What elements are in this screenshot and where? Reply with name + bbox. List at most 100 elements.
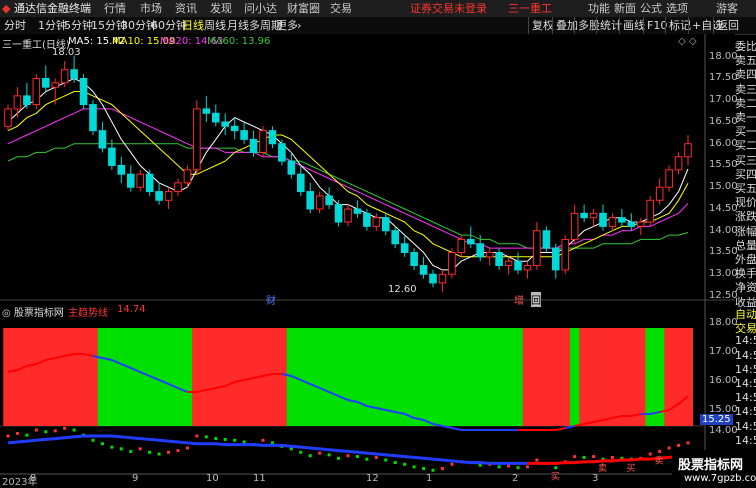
y-tick-label: 14.00 [709,224,738,236]
candle-body [117,164,126,175]
menu-xuanxiang[interactable]: 选项 [666,0,688,17]
x-month-label: 3 [592,473,599,484]
tab-weekly[interactable]: 周线 [204,17,226,34]
lower-signal-dot [440,467,444,471]
lower-signal-dot [214,437,218,441]
candle-body [476,243,485,258]
lower-signal-dot [195,434,199,438]
trend-bar [126,328,136,426]
menu-shichang[interactable]: 市场 [140,0,162,17]
menu-gongneng[interactable]: 功能 [588,0,610,17]
trend-bar [296,328,306,426]
lower-signal-dot [337,456,341,460]
draw-line-button[interactable]: 画线 [619,17,645,34]
lower-signal-dot [6,434,10,438]
fuquan-button[interactable]: 复权 [528,17,554,34]
login-notice[interactable]: 证券交易未登录 [410,0,487,17]
trend-bar [626,328,637,426]
lower-signal-dot [185,446,189,450]
trend-bar [513,328,524,426]
lower-signal-dot [573,455,577,459]
lower-signal-dot [44,430,48,434]
lower-signal-dot [299,450,303,454]
lower-signal-dot [403,462,407,466]
event-marker-hui[interactable]: 回 [531,292,541,307]
back-button[interactable]: 返回 [713,17,739,34]
tab-fenshi[interactable]: 分时 [4,17,26,34]
ma60-label: MA60: 13.96 [207,36,271,47]
chart-area[interactable]: 买卖 买卖 [0,34,735,487]
candle-body [665,169,673,188]
trend-bar [683,328,694,426]
side-trade-label: 14:5 [735,362,756,376]
menu-xinmian[interactable]: 新面 [614,0,636,17]
menu-hangqing[interactable]: 行情 [104,0,126,17]
menu-jiaoyi[interactable]: 交易 [330,0,352,17]
trend-bar [399,328,410,426]
trend-bar [41,328,51,426]
indicator-y-tick-label: 18.00 [709,317,738,328]
side-trade-label: 14:5 [735,433,756,447]
tab-monthly[interactable]: 月线 [227,17,249,34]
x-month-label: 10 [206,473,219,484]
candle-body [211,112,220,123]
trend-bar [636,328,646,426]
lower-signal-dot [658,449,662,453]
x-month-label: 1 [426,473,433,484]
candle-body [145,173,154,193]
y-tick-label: 18.00 [709,50,738,62]
lower-signal-dot [242,440,246,444]
user-label[interactable]: 游客 [716,0,738,17]
watermark-title: 股票指标网 [678,458,744,473]
y-tick-label: 15.50 [709,159,738,171]
menu-gongshi[interactable]: 公式 [640,0,662,17]
trend-bar [314,328,325,426]
lower-signal-dot [25,433,29,437]
trade-signal-label: 卖 [598,463,607,474]
trend-bar [229,328,240,426]
candle-body [561,238,570,271]
candle-body [183,169,192,184]
event-marker-cai[interactable]: 财 [266,292,276,307]
app-title: 通达信金融终端 [14,2,91,15]
candle-body [381,217,390,232]
tab-more[interactable]: 更多 [276,17,298,34]
chevron-right-icon[interactable]: › [297,17,301,34]
candle-body [655,186,664,201]
candle-body [287,160,296,175]
tab-1min[interactable]: 1分钟 [38,17,67,34]
side-trade-label: 14:5 [735,348,756,362]
lower-signal-dot [138,447,142,451]
y-tick-label: 14.50 [709,202,738,214]
trend-bar [494,328,505,426]
candle-body [618,217,626,223]
stock-name-title: 三一重工 [508,2,552,15]
lower-signal-dot [157,452,161,456]
f10-button[interactable]: F10 [643,17,667,34]
trade-signal-label: 买 [551,472,560,483]
lower-signal-dot [365,457,369,461]
lower-signal-dot [34,428,38,432]
watermark-url: www.7gpzb.com [684,473,756,484]
lower-signal-dot [261,438,265,442]
candle-body [240,130,248,140]
lower-signal-dot [15,431,19,435]
tab-5min[interactable]: 5分钟 [64,17,93,34]
candle-body [429,273,437,284]
menu-caifuquan[interactable]: 财富圈 [287,0,320,17]
candle-body [164,191,173,201]
trend-bar [437,328,448,426]
menu-zixun[interactable]: 资讯 [175,0,197,17]
tab-daily[interactable]: 日线 [182,17,204,34]
candle-body [70,69,78,79]
menu-faxian[interactable]: 发现 [210,0,232,17]
lower-signal-dot [610,455,614,459]
event-marker-zeng[interactable]: 增 [514,292,524,307]
settings-icon[interactable]: ◇ ◇ [678,36,697,47]
trade-signal-label: 卖 [655,455,664,466]
candle-body [523,265,532,271]
menu-wenxiaoda[interactable]: 问小达 [244,0,277,17]
lower-signal-dot [677,443,681,447]
candle-body [391,230,400,245]
trend-bar [78,328,89,426]
